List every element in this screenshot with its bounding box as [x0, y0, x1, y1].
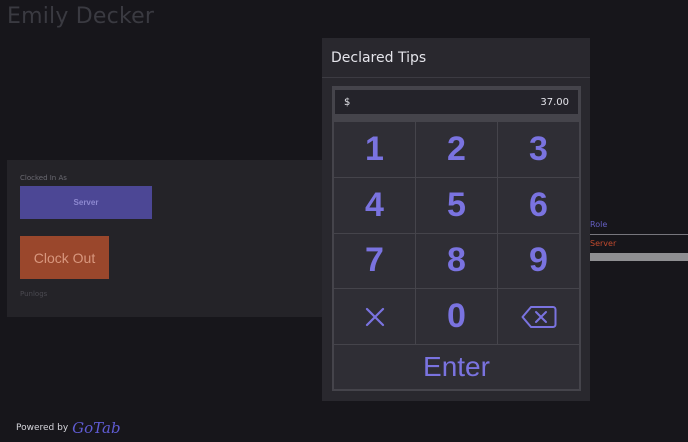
dialog-divider	[322, 77, 590, 78]
amount-value: 37.00	[540, 96, 569, 108]
key-4[interactable]: 4	[334, 177, 415, 233]
gotab-logo: GoTab	[72, 419, 121, 437]
role-divider	[590, 234, 688, 235]
numeric-keypad: 1 2 3 4 5 6 7 8 9 0	[334, 122, 579, 344]
key-5[interactable]: 5	[416, 177, 497, 233]
employee-name: Emily Decker	[7, 4, 155, 29]
key-9[interactable]: 9	[498, 233, 579, 289]
role-table: Role Server	[590, 218, 688, 261]
backspace-key[interactable]	[498, 289, 579, 344]
key-7[interactable]: 7	[334, 233, 415, 289]
x-icon	[365, 307, 384, 326]
currency-symbol: $	[344, 96, 351, 108]
clocked-in-label: Clocked In As	[20, 174, 67, 182]
key-2[interactable]: 2	[416, 122, 497, 177]
role-value: Server	[590, 239, 617, 248]
clock-panel: Clocked In As Server Clock Out Punlogs	[7, 160, 325, 317]
key-3[interactable]: 3	[498, 122, 579, 177]
powered-by-label: Powered by	[16, 423, 69, 433]
dialog-title: Declared Tips	[331, 50, 427, 66]
clock-out-button[interactable]: Clock Out	[20, 236, 109, 279]
powered-by: Powered by GoTab	[16, 419, 121, 437]
key-0[interactable]: 0	[416, 289, 497, 344]
keypad-frame: $ 37.00 1 2 3 4 5 6 7 8 9 0 Enter	[332, 86, 581, 391]
enter-button[interactable]: Enter	[334, 345, 579, 389]
punch-logs-link[interactable]: Punlogs	[20, 290, 47, 298]
role-column-header: Role	[590, 220, 608, 229]
key-6[interactable]: 6	[498, 177, 579, 233]
amount-display: $ 37.00	[335, 90, 578, 114]
key-8[interactable]: 8	[416, 233, 497, 289]
declared-tips-dialog: Declared Tips $ 37.00 1 2 3 4 5 6 7 8 9 …	[322, 38, 590, 401]
clear-key[interactable]	[334, 289, 415, 344]
role-server-button[interactable]: Server	[20, 186, 152, 219]
backspace-icon	[521, 305, 556, 328]
role-row-bar	[590, 253, 688, 261]
key-1[interactable]: 1	[334, 122, 415, 177]
